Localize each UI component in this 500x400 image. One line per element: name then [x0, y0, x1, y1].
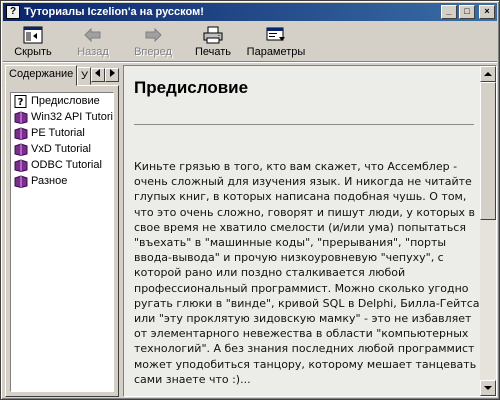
options-icon [265, 25, 287, 45]
tree-item-vxd[interactable]: VxD Tutorial [11, 141, 113, 157]
tree-item-win32[interactable]: Win32 API Tutori [11, 109, 113, 125]
back-label: Назад [77, 46, 109, 58]
book-icon [14, 110, 28, 124]
toolbar: Скрыть Назад Вперед Печать Параметры [3, 22, 497, 62]
tab-scroll-left-button[interactable] [91, 68, 105, 82]
tab-scroll-right-button[interactable] [105, 68, 119, 82]
maximize-button[interactable]: □ [459, 5, 475, 19]
scroll-down-button[interactable] [480, 380, 496, 396]
tree-item-label: Win32 API Tutori [31, 111, 113, 123]
forward-label: Вперед [134, 46, 172, 58]
hide-button[interactable]: Скрыть [3, 22, 63, 62]
navigation-pane: Содержание У ? Предисловие Win32 API Tut… [5, 65, 119, 397]
help-app-icon[interactable]: ? [6, 5, 20, 19]
options-button[interactable]: Параметры [243, 22, 309, 62]
tab-contents[interactable]: Содержание [5, 65, 78, 86]
help-page-icon: ? [14, 94, 27, 108]
help-window: ? Туториалы Iczelion'a на русском! _ □ ×… [0, 0, 500, 400]
print-button[interactable]: Печать [183, 22, 243, 62]
triangle-left-icon [95, 69, 100, 77]
contents-tree[interactable]: ? Предисловие Win32 API Tutori PE Tutori… [10, 92, 114, 392]
arrow-left-icon [82, 25, 104, 45]
svg-text:?: ? [18, 97, 24, 108]
print-label: Печать [194, 46, 232, 58]
tree-item-label: PE Tutorial [31, 127, 85, 139]
window-title: Туториалы Iczelion'a на русском! [24, 6, 204, 18]
horizontal-rule [134, 124, 474, 125]
book-icon [14, 174, 28, 188]
tab-scroll-arrows [91, 68, 119, 82]
scroll-up-button[interactable] [480, 66, 496, 82]
book-icon [14, 142, 28, 156]
back-button[interactable]: Назад [63, 22, 123, 62]
tree-item-preface[interactable]: ? Предисловие [11, 93, 113, 109]
tree-item-label: Предисловие [31, 95, 100, 107]
arrow-right-icon [142, 25, 164, 45]
contents-panel: ? Предисловие Win32 API Tutori PE Tutori… [5, 85, 119, 397]
triangle-down-icon [484, 386, 492, 390]
tree-item-label: ODBC Tutorial [31, 159, 102, 171]
hide-label: Скрыть [14, 46, 52, 58]
content-pane: Предисловие Киньте грязью в того, кто ва… [123, 65, 497, 397]
tree-item-odbc[interactable]: ODBC Tutorial [11, 157, 113, 173]
article-heading: Предисловие [134, 78, 249, 97]
article: Предисловие Киньте грязью в того, кто ва… [124, 66, 480, 396]
tree-item-label: Разное [31, 175, 68, 187]
minimize-button[interactable]: _ [441, 5, 457, 19]
tree-item-misc[interactable]: Разное [11, 173, 113, 189]
book-icon [14, 158, 28, 172]
hide-pane-icon [22, 25, 44, 45]
title-bar[interactable]: ? Туториалы Iczelion'a на русском! _ □ × [3, 3, 497, 21]
tree-item-pe[interactable]: PE Tutorial [11, 125, 113, 141]
book-icon [14, 126, 28, 140]
article-paragraph: Киньте грязью в того, кто вам скажет, чт… [134, 160, 480, 386]
forward-button[interactable]: Вперед [123, 22, 183, 62]
triangle-right-icon [110, 69, 115, 77]
printer-icon [202, 25, 224, 45]
tree-item-label: VxD Tutorial [31, 143, 91, 155]
tab-index[interactable]: У [77, 67, 91, 85]
close-button[interactable]: × [479, 5, 495, 19]
scroll-thumb[interactable] [480, 82, 496, 220]
vertical-scrollbar[interactable] [480, 66, 496, 396]
options-label: Параметры [246, 46, 306, 58]
nav-tabs: Содержание У [5, 65, 119, 86]
triangle-up-icon [484, 72, 492, 76]
